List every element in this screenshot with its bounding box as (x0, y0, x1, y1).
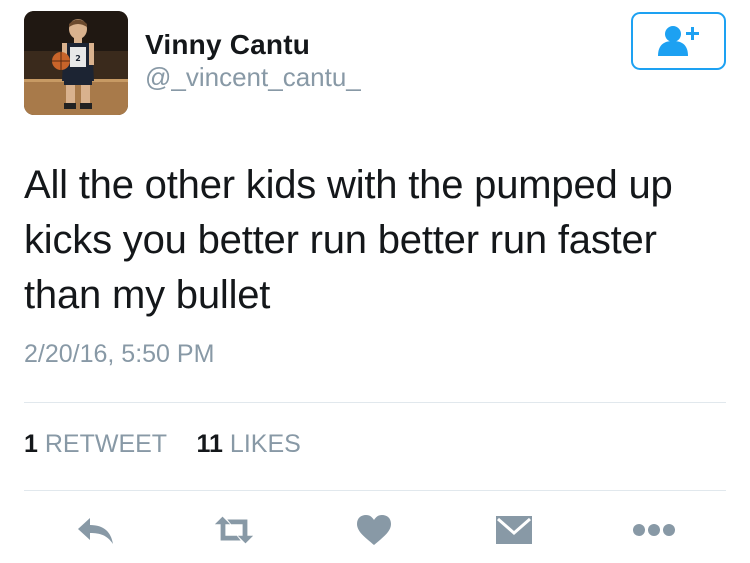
retweet-icon (214, 516, 254, 544)
tweet-card: 2 Vinny Cantu @_vincent_cantu_ All the o… (0, 0, 750, 563)
follow-button[interactable] (631, 12, 726, 70)
user-handle[interactable]: @_vincent_cantu_ (145, 62, 361, 93)
more-button[interactable] (632, 512, 676, 548)
divider (24, 490, 726, 491)
heart-icon (357, 515, 391, 545)
reply-icon (78, 518, 113, 544)
like-label: LIKES (229, 430, 301, 458)
like-count: 11 (196, 430, 223, 458)
user-photo: 2 (24, 11, 128, 115)
retweet-button[interactable] (212, 512, 256, 548)
display-name[interactable]: Vinny Cantu (145, 29, 310, 61)
like-stat[interactable]: 11 LIKES (197, 430, 301, 458)
reply-button[interactable] (74, 512, 118, 548)
tweet-text: All the other kids with the pumped up ki… (24, 163, 673, 317)
add-user-icon (657, 26, 699, 56)
divider (24, 402, 726, 403)
avatar[interactable]: 2 (24, 11, 128, 115)
retweet-count: 1 (24, 430, 38, 458)
more-dots-icon (633, 524, 675, 536)
direct-message-button[interactable] (492, 512, 536, 548)
retweet-label: RETWEET (44, 430, 167, 458)
envelope-icon (496, 516, 532, 544)
retweet-stat[interactable]: 1 RETWEET (24, 430, 174, 458)
like-button[interactable] (352, 512, 396, 548)
tweet-timestamp[interactable]: 2/20/16, 5:50 PM (24, 340, 214, 369)
tweet-stats: 1 RETWEET 11 LIKES (24, 430, 301, 459)
svg-text:2: 2 (75, 54, 81, 63)
